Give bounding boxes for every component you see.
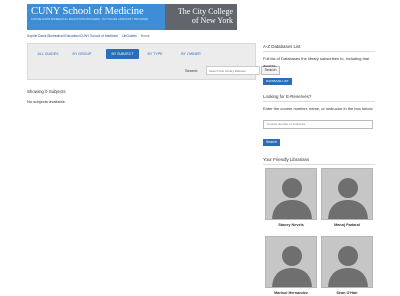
site-banner[interactable]: CUNY School of Medicine SOPHIE DAVIS BIO… [27,4,237,30]
az-databases-box: A-Z Databases List Full list of Database… [263,44,375,87]
az-heading: A-Z Databases List [263,44,375,52]
banner-title: CUNY School of Medicine [31,6,144,17]
avatar [321,236,373,288]
reserves-heading: Looking for E-Reserves? [263,94,375,102]
librarian-name[interactable]: Sean O'Hair [321,291,373,295]
person-silhouette-icon [328,246,368,287]
database-list-button[interactable]: DATABASE LIST [263,78,292,85]
course-search-input[interactable] [263,119,373,129]
tab-by-subject[interactable]: BY SUBJECT [106,49,139,59]
librarian-card[interactable]: Stacey Nevels [265,168,317,227]
breadcrumb-item-site[interactable]: Sophie Davis Biomedical Education/CUNY S… [27,34,118,38]
librarian-card[interactable]: Manoj Padaral [321,168,373,227]
breadcrumb-item-home: Home [140,34,150,38]
breadcrumb-item-libguides[interactable]: LibGuides [122,34,137,38]
librarians-heading: Your Friendly Librarians [263,157,375,165]
tab-by-type[interactable]: BY TYPE [142,49,168,59]
city-college-logo: The City College of New York [165,4,237,30]
avatar [265,236,317,288]
e-reserves-box: Looking for E-Reserves? Enter the course… [263,94,375,148]
librarian-name[interactable]: Marisol Hernandez [265,291,317,295]
guide-browse-panel: ALL GUIDES BY GROUP BY SUBJECT BY TYPE B… [27,43,280,80]
librarian-card[interactable]: Sean O'Hair [321,236,373,295]
person-silhouette-icon [272,178,312,219]
college-line-2: of New York [191,16,233,25]
school-of-medicine-logo: CUNY School of Medicine SOPHIE DAVIS BIO… [27,4,165,30]
breadcrumb: Sophie Davis Biomedical Education/CUNY S… [27,34,153,38]
subject-count: Showing 0 Subjects [27,89,66,94]
librarians-box: Your Friendly Librarians [263,157,375,165]
empty-message: No subjects available. [27,99,66,104]
reserves-search-button[interactable]: Search [263,139,280,146]
az-description: Full list of Databases the library subsc… [263,56,370,68]
search-input[interactable] [206,66,260,75]
tab-by-owner[interactable]: BY OWNER [176,49,206,59]
avatar [321,168,373,220]
librarian-card[interactable]: Marisol Hernandez [265,236,317,295]
search-label: Search: [185,69,199,73]
college-line-1: The City College [177,7,233,16]
librarian-name[interactable]: Manoj Padaral [321,223,373,227]
tab-by-group[interactable]: BY GROUP [68,49,96,59]
banner-subtitle: SOPHIE DAVIS BIOMEDICAL EDUCATION PROGRA… [31,18,148,21]
librarian-name[interactable]: Stacey Nevels [265,223,317,227]
avatar [265,168,317,220]
reserves-description: Enter the course number, name, or instru… [263,106,374,111]
person-silhouette-icon [272,246,312,287]
tab-all-guides[interactable]: ALL GUIDES [33,49,63,59]
person-silhouette-icon [328,178,368,219]
